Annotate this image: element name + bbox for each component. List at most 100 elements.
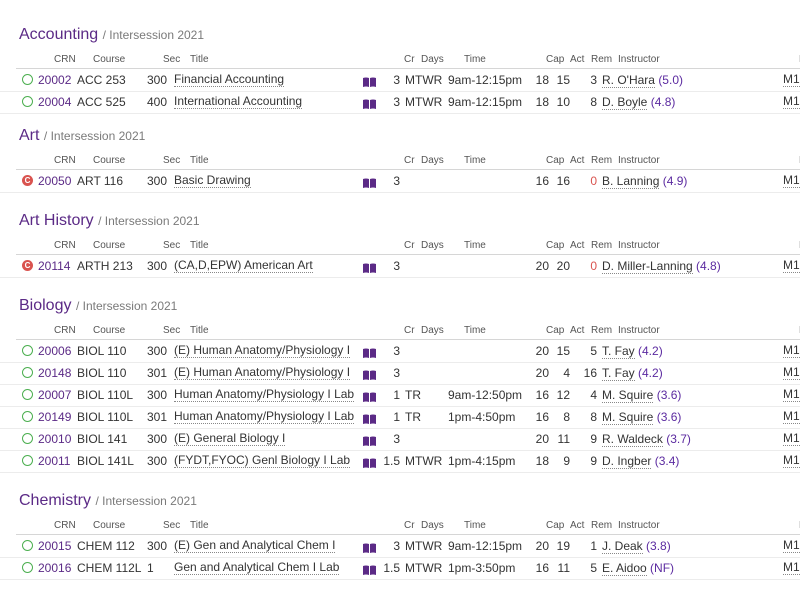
part-of-term-link[interactable]: M1 bbox=[783, 453, 800, 468]
instructor-rating[interactable]: (3.4) bbox=[655, 454, 680, 468]
instructor-rating[interactable]: (3.7) bbox=[666, 432, 691, 446]
instructor-link[interactable]: T. Fay bbox=[602, 344, 635, 359]
book-icon[interactable] bbox=[363, 541, 376, 553]
instructor-link[interactable]: J. Deak bbox=[602, 539, 643, 554]
crn-link[interactable]: 20002 bbox=[38, 72, 71, 88]
instructor-link[interactable]: R. O'Hara bbox=[602, 73, 655, 88]
crn-link[interactable]: 20004 bbox=[38, 94, 71, 110]
part-of-term-link[interactable]: M1 bbox=[783, 258, 800, 273]
subject-section: Art History / Intersession 2021 CRN Course… bbox=[0, 212, 800, 281]
course-title-link[interactable]: Gen and Analytical Chem I Lab bbox=[174, 560, 340, 575]
course-title-link[interactable]: (FYDT,FYOC) Genl Biology I Lab bbox=[174, 453, 351, 468]
part-of-term-link[interactable]: M1 bbox=[783, 409, 800, 424]
course-title-link[interactable]: Human Anatomy/Physiology I Lab bbox=[174, 409, 355, 424]
credits: 3 bbox=[393, 95, 400, 109]
instructor-link[interactable]: E. Aidoo bbox=[602, 561, 647, 576]
crn-link[interactable]: 20148 bbox=[38, 365, 71, 381]
course-title-link[interactable]: Financial Accounting bbox=[174, 72, 285, 87]
instructor-link[interactable]: M. Squire bbox=[602, 388, 654, 403]
book-icon[interactable] bbox=[363, 75, 376, 87]
book-icon[interactable] bbox=[363, 346, 376, 358]
course-title-link[interactable]: Basic Drawing bbox=[174, 173, 251, 188]
open-status-icon bbox=[22, 455, 33, 466]
course-title-link[interactable]: (E) General Biology I bbox=[174, 431, 286, 446]
instructor-cell: T. Fay (4.2) bbox=[602, 343, 663, 359]
instructor-link[interactable]: R. Waldeck bbox=[602, 432, 663, 447]
part-of-term-link[interactable]: M1 bbox=[783, 365, 800, 380]
book-icon[interactable] bbox=[363, 390, 376, 402]
crn-link[interactable]: 20011 bbox=[38, 453, 70, 469]
crn-link[interactable]: 20114 bbox=[38, 258, 70, 274]
credits: 3 bbox=[393, 259, 400, 273]
meeting-days: MTWR bbox=[405, 561, 443, 575]
crn-link[interactable]: 20016 bbox=[38, 560, 71, 576]
column-header: Cr bbox=[404, 54, 415, 65]
book-icon[interactable] bbox=[363, 434, 376, 446]
instructor-link[interactable]: D. Ingber bbox=[602, 454, 652, 469]
course-title-link[interactable]: (CA,D,EPW) American Art bbox=[174, 258, 313, 273]
crn-link[interactable]: 20149 bbox=[38, 409, 71, 425]
crn-link[interactable]: 20010 bbox=[38, 431, 71, 447]
book-icon[interactable] bbox=[363, 176, 376, 188]
column-header: Course bbox=[93, 520, 126, 531]
subject-title: Biology bbox=[19, 297, 72, 314]
part-of-term-link[interactable]: M1 bbox=[783, 72, 800, 87]
column-header: Time bbox=[464, 54, 486, 65]
instructor-link[interactable]: D. Boyle bbox=[602, 95, 648, 110]
column-header: Act bbox=[570, 240, 585, 251]
instructor-rating[interactable]: (4.8) bbox=[696, 259, 721, 273]
crn-link[interactable]: 20015 bbox=[38, 538, 71, 554]
crn-link[interactable]: 20050 bbox=[38, 173, 71, 189]
crn-link[interactable]: 20006 bbox=[38, 343, 71, 359]
instructor-link[interactable]: B. Lanning bbox=[602, 174, 660, 189]
instructor-rating[interactable]: (5.0) bbox=[658, 73, 683, 87]
open-status-icon bbox=[22, 433, 33, 444]
column-header: Rem bbox=[591, 54, 613, 65]
book-icon[interactable] bbox=[363, 97, 376, 109]
instructor-rating[interactable]: (4.9) bbox=[663, 174, 688, 188]
section-number: 300 bbox=[147, 539, 168, 553]
part-of-term-link[interactable]: M1 bbox=[783, 431, 800, 446]
part-of-term-link[interactable]: M1 bbox=[783, 387, 800, 402]
instructor-rating[interactable]: (3.6) bbox=[657, 410, 682, 424]
instructor-link[interactable]: M. Squire bbox=[602, 410, 654, 425]
course-code: BIOL 141L bbox=[77, 454, 134, 468]
instructor-link[interactable]: T. Fay bbox=[602, 366, 635, 381]
part-of-term-link[interactable]: M1 bbox=[783, 94, 800, 109]
course-title-link[interactable]: (E) Human Anatomy/Physiology I bbox=[174, 365, 351, 380]
instructor-link[interactable]: D. Miller-Lanning bbox=[602, 259, 693, 274]
column-header: Act bbox=[570, 520, 585, 531]
part-of-term-link[interactable]: M1 bbox=[783, 560, 800, 575]
book-icon[interactable] bbox=[363, 261, 376, 273]
instructor-rating[interactable]: (4.2) bbox=[638, 366, 663, 380]
part-of-term-link[interactable]: M1 bbox=[783, 538, 800, 553]
part-of-term-link[interactable]: M1 bbox=[783, 343, 800, 358]
book-icon[interactable] bbox=[363, 563, 376, 575]
instructor-cell: R. O'Hara (5.0) bbox=[602, 72, 683, 88]
part-of-term-link[interactable]: M1 bbox=[783, 173, 800, 188]
instructor-rating[interactable]: (4.8) bbox=[651, 95, 676, 109]
column-header: Days bbox=[421, 155, 444, 166]
instructor-rating[interactable]: (NF) bbox=[650, 561, 674, 575]
course-title-link[interactable]: International Accounting bbox=[174, 94, 303, 109]
remaining-seats: 16 bbox=[583, 366, 597, 380]
instructor-rating[interactable]: (3.6) bbox=[657, 388, 682, 402]
instructor-rating[interactable]: (4.2) bbox=[638, 344, 663, 358]
course-title-link[interactable]: (E) Human Anatomy/Physiology I bbox=[174, 343, 351, 358]
section-number: 301 bbox=[147, 410, 168, 424]
course-title-link[interactable]: (E) Gen and Analytical Chem I bbox=[174, 538, 336, 553]
meeting-time: 9am-12:15pm bbox=[448, 539, 523, 553]
column-header: Sec bbox=[163, 520, 181, 531]
book-icon[interactable] bbox=[363, 456, 376, 468]
open-status-icon bbox=[22, 389, 33, 400]
course-code: BIOL 110 bbox=[77, 366, 127, 380]
credits: 1.5 bbox=[383, 454, 400, 468]
term-label: / Intersession 2021 bbox=[98, 214, 200, 228]
column-header: Rem bbox=[591, 325, 613, 336]
instructor-rating[interactable]: (3.8) bbox=[646, 539, 671, 553]
crn-link[interactable]: 20007 bbox=[38, 387, 71, 403]
book-icon[interactable] bbox=[363, 412, 376, 424]
course-title-link[interactable]: Human Anatomy/Physiology I Lab bbox=[174, 387, 355, 402]
book-icon[interactable] bbox=[363, 368, 376, 380]
enrolled-count: 15 bbox=[556, 344, 570, 358]
